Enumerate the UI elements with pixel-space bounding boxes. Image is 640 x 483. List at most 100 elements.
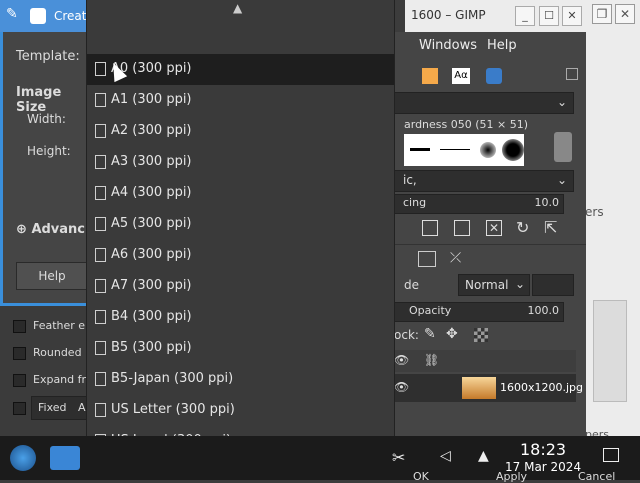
document-icon <box>95 372 106 386</box>
template-option[interactable]: US Letter (300 ppi) <box>87 395 394 426</box>
panel-menu-icon[interactable] <box>566 68 578 80</box>
create-image-dialog: Template: Image Size Width: Height: ⊕ Ad… <box>0 32 96 306</box>
duplicate-icon[interactable] <box>454 220 470 236</box>
start-menu-icon[interactable] <box>10 445 36 471</box>
document-icon <box>95 403 106 417</box>
document-icon <box>95 217 106 231</box>
template-option[interactable]: B5 (300 ppi) <box>87 333 394 364</box>
desktop-text: ers <box>585 205 604 219</box>
template-option-label: A3 (300 ppi) <box>111 154 192 169</box>
brush-previews[interactable] <box>404 134 524 166</box>
globe-icon[interactable] <box>486 68 502 84</box>
template-option-label: A4 (300 ppi) <box>111 185 192 200</box>
mode-label: de <box>404 278 419 292</box>
document-icon <box>95 279 106 293</box>
template-option[interactable]: A0 (300 ppi) <box>87 54 394 85</box>
chevron-down-icon: ⌄ <box>556 95 567 109</box>
lock-position-icon[interactable]: ✥ <box>446 326 458 342</box>
template-option[interactable]: B5-Japan (300 ppi) <box>87 364 394 395</box>
minimize-button[interactable]: _ <box>515 6 535 26</box>
clock-time: 18:23 <box>520 440 567 459</box>
brush-select[interactable]: ⌄ <box>394 92 574 114</box>
menu-help[interactable]: Help <box>487 38 517 53</box>
document-icon <box>95 93 106 107</box>
template-option-label: US Letter (300 ppi) <box>111 402 235 417</box>
dialog-titlebar: ✎ Creat <box>0 0 96 32</box>
dialog-menu-icon[interactable] <box>30 8 46 24</box>
mode-select[interactable]: Normal ⌄ <box>458 274 530 296</box>
lock-pixels-icon[interactable]: ✎ <box>424 326 436 342</box>
height-label: Height: <box>27 144 71 158</box>
restore-button[interactable]: ❐ <box>592 4 612 24</box>
template-option[interactable]: A6 (300 ppi) <box>87 240 394 271</box>
menu-windows[interactable]: Windows <box>419 38 477 53</box>
foreground-color-swatch[interactable] <box>422 68 438 84</box>
feather-checkbox[interactable] <box>13 320 26 333</box>
chevron-down-icon: ⌄ <box>556 173 567 187</box>
template-option[interactable]: A1 (300 ppi) <box>87 85 394 116</box>
scissors-icon[interactable]: ✂ <box>392 448 405 467</box>
template-option[interactable]: A3 (300 ppi) <box>87 147 394 178</box>
visibility-eye-icon[interactable]: 👁 <box>394 380 409 394</box>
template-label: Template: <box>16 49 80 64</box>
dynamics-select[interactable]: ic, ⌄ <box>394 170 574 192</box>
gimp-title: 1600 – GIMP <box>411 8 486 22</box>
open-icon[interactable]: ⇱ <box>544 218 557 237</box>
spacing-slider[interactable]: cing 10.0 <box>394 194 564 214</box>
new-brush-icon[interactable] <box>422 220 438 236</box>
template-option[interactable]: A5 (300 ppi) <box>87 209 394 240</box>
cancel-button[interactable]: Cancel <box>578 470 615 483</box>
template-option[interactable]: A4 (300 ppi) <box>87 178 394 209</box>
expand-checkbox[interactable] <box>13 374 26 387</box>
show-desktop-icon[interactable] <box>603 448 619 462</box>
template-option-label: A6 (300 ppi) <box>111 247 192 262</box>
refresh-icon[interactable]: ↻ <box>516 218 529 237</box>
lock-alpha-icon[interactable] <box>474 328 488 342</box>
template-option[interactable]: B4 (300 ppi) <box>87 302 394 333</box>
template-option-label: A5 (300 ppi) <box>111 216 192 231</box>
scrollbar[interactable] <box>554 132 572 162</box>
taskbar: ✂ ◁ ▲ 18:23 17 Mar 2024 OK Apply Cancel <box>0 436 640 483</box>
channels-icon[interactable] <box>418 251 436 267</box>
template-option[interactable]: A7 (300 ppi) <box>87 271 394 302</box>
layer-row[interactable]: 👁 1600x1200.jpg <box>394 374 583 402</box>
template-option-label: B5-Japan (300 ppi) <box>111 371 234 386</box>
close-button[interactable]: ✕ <box>562 6 582 26</box>
maximize-button[interactable]: ☐ <box>539 6 559 26</box>
tray-up-icon[interactable]: ▲ <box>478 448 489 464</box>
ok-button[interactable]: OK <box>413 470 429 483</box>
document-icon <box>95 310 106 324</box>
template-dropdown: ▲ A0 (300 ppi) A1 (300 ppi) A2 (300 ppi) A3… <box>86 0 395 480</box>
fixed-checkbox[interactable] <box>13 402 26 415</box>
link-icon: ⛓ <box>424 353 440 367</box>
document-icon <box>95 186 106 200</box>
fixed-select[interactable]: Fixed A <box>31 396 89 420</box>
mode-reset-select[interactable] <box>532 274 574 296</box>
delete-icon[interactable]: ✕ <box>486 220 502 236</box>
scroll-up-arrow[interactable]: ▲ <box>233 1 242 15</box>
image-size-heading: Image Size <box>16 85 62 115</box>
help-button[interactable]: Help <box>16 262 88 290</box>
chevron-down-icon: ⌄ <box>514 277 525 291</box>
template-option[interactable]: A2 (300 ppi) <box>87 116 394 147</box>
paths-icon[interactable]: ⤫ <box>450 250 461 266</box>
layers-tabs: ⤫ <box>394 244 586 273</box>
expand-icon: ⊕ <box>16 222 27 237</box>
gimp-window: Windows Help Aα ⌄ ardness 050 (51 × 51) … <box>393 32 586 440</box>
rounded-label: Rounded <box>33 346 82 359</box>
tool-options-panel: Feather e Rounded Expand fr Fixed A <box>0 306 96 436</box>
opacity-slider[interactable]: Opacity 100.0 <box>394 302 564 322</box>
volume-icon[interactable]: ◁ <box>440 448 451 464</box>
template-option-label: A2 (300 ppi) <box>111 123 192 138</box>
document-icon <box>95 341 106 355</box>
close-button[interactable]: ✕ <box>615 4 635 24</box>
file-manager-icon[interactable] <box>50 446 80 470</box>
document-icon <box>95 155 106 169</box>
advanced-options-expander[interactable]: ⊕ Advanc <box>16 222 85 237</box>
template-option-label: B4 (300 ppi) <box>111 309 192 324</box>
rounded-checkbox[interactable] <box>13 347 26 360</box>
apply-button[interactable]: Apply <box>496 470 527 483</box>
font-icon[interactable]: Aα <box>452 68 470 84</box>
document-icon <box>95 248 106 262</box>
layers-header: 👁 ⛓ <box>394 350 576 372</box>
